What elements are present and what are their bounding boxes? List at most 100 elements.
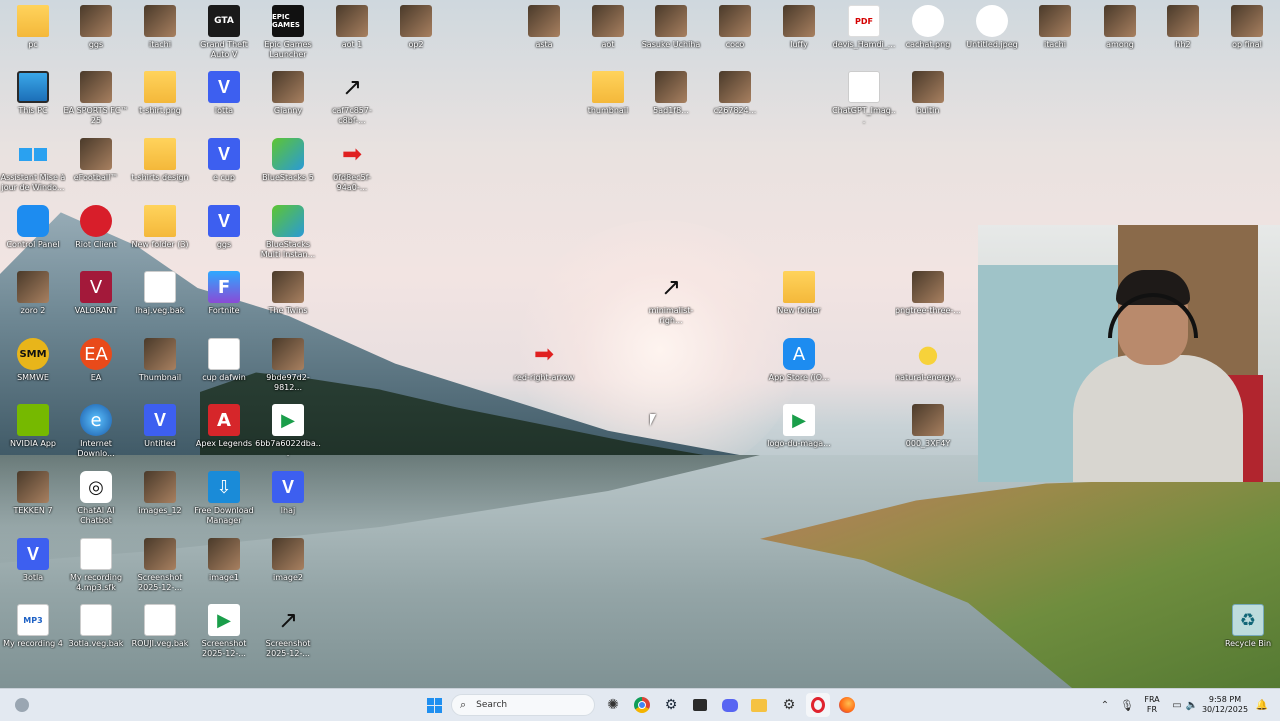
desktop-icon[interactable]: t-shirt.png — [127, 71, 193, 116]
start-icon[interactable] — [422, 693, 446, 717]
taskbar-search[interactable]: ⌕ — [451, 694, 595, 716]
desktop-icon[interactable]: 9bde97d2-9812... — [255, 338, 321, 393]
desktop-icon[interactable]: lhaj.veg.bak — [127, 271, 193, 316]
steam-icon[interactable]: ⚙ — [659, 693, 683, 717]
desktop-icon[interactable]: image2 — [255, 538, 321, 583]
desktop-icon[interactable]: V VALORANT — [63, 271, 129, 316]
desktop-icon[interactable]: t-shirts design — [127, 138, 193, 183]
widgets-icon[interactable] — [10, 693, 34, 717]
desktop-icon[interactable]: cup dafwin — [191, 338, 257, 383]
desktop-icon[interactable]: ChatGPT_Imag... — [831, 71, 897, 126]
desktop-icon[interactable]: ♻ Recycle Bin — [1215, 604, 1280, 649]
desktop-icon[interactable]: Thumbnail — [127, 338, 193, 383]
file-explorer-icon[interactable] — [747, 693, 771, 717]
desktop-icon[interactable]: V Untitled — [127, 404, 193, 449]
desktop-icon[interactable]: 3otla.veg.bak — [63, 604, 129, 649]
desktop-icon[interactable]: A Apex Legends — [191, 404, 257, 449]
internet-download-icon: e — [80, 404, 112, 436]
desktop-icon[interactable]: image1 — [191, 538, 257, 583]
desktop-icon[interactable]: hh2 — [1150, 5, 1216, 50]
desktop-icon[interactable]: Sasuke Uchiha — [638, 5, 704, 50]
desktop-icon[interactable]: asta — [511, 5, 577, 50]
desktop-icon[interactable]: ▶ logo-du-maga... — [766, 404, 832, 449]
desktop-icon[interactable]: luffy — [766, 5, 832, 50]
desktop-icon[interactable]: 000_3XF4Y — [895, 404, 961, 449]
desktop-icon[interactable]: My recording 4.mp3.sfk — [63, 538, 129, 593]
desktop-icon[interactable]: Ve cup — [191, 138, 257, 183]
desktop-icon[interactable]: e Internet Downlo... — [63, 404, 129, 459]
desktop-icon[interactable]: pngtree-three-... — [895, 271, 961, 316]
opera-gx-icon[interactable] — [806, 693, 830, 717]
desktop-icon[interactable]: bultin — [895, 71, 961, 116]
desktop-icon[interactable]: V 3otla — [0, 538, 66, 583]
desktop-icon[interactable]: PDF devis_Hamdi_... — [831, 5, 897, 50]
desktop-icon[interactable]: ➡ red-right-arrow — [511, 338, 577, 383]
desktop-icon[interactable]: Gianny — [255, 71, 321, 116]
desktop-icon[interactable]: ggs — [63, 5, 129, 50]
desktop-icon[interactable]: F Fortnite — [191, 271, 257, 316]
desktop-icon[interactable]: TEKKEN 7 — [0, 471, 66, 516]
desktop-icon[interactable]: Riot Client — [63, 205, 129, 250]
desktop-icon[interactable]: ◎ ChatAI AI Chatbot — [63, 471, 129, 526]
search-input[interactable] — [474, 699, 589, 711]
chrome-icon[interactable] — [630, 693, 654, 717]
desktop-icon[interactable]: 5ad1f8... — [638, 71, 704, 116]
notification-bell-icon[interactable]: 🔔 — [1254, 693, 1270, 717]
tray-overflow-chevron-icon[interactable]: ⌃ — [1096, 693, 1114, 717]
desktop-icon[interactable]: Vlhaj — [255, 471, 321, 516]
desktop-icon[interactable]: EA EA — [63, 338, 129, 383]
discord-icon[interactable] — [718, 693, 742, 717]
desktop-icon[interactable]: eFootball™ — [63, 138, 129, 183]
desktop-icon[interactable]: coco — [702, 5, 768, 50]
desktop-icon[interactable]: BlueStacks 5 — [255, 138, 321, 183]
desktop-icon[interactable]: This PC — [0, 71, 66, 116]
desktop-icon[interactable]: Screenshot 2025-12-... — [127, 538, 193, 593]
desktop-icon[interactable]: ROUJI.veg.bak — [127, 604, 193, 649]
desktop-icon[interactable]: ▶ Screenshot 2025-12-... — [191, 604, 257, 659]
input-language-indicator[interactable]: FRA FR — [1140, 693, 1164, 717]
desktop-icon[interactable]: New folder — [766, 271, 832, 316]
desktop-icon[interactable]: thumbnail — [575, 71, 641, 116]
chatgpt-icon[interactable]: ✺ — [601, 693, 625, 717]
desktop-icon[interactable]: Vggs — [191, 205, 257, 250]
desktop-icon[interactable]: aot — [575, 5, 641, 50]
desktop-icon[interactable]: Assistant Mise à jour de Windo... — [0, 138, 66, 193]
desktop-icon[interactable]: ➡ 0fd8ec5f-94a0-... — [319, 138, 385, 193]
desktop-icon[interactable]: ⇩ Free Download Manager — [191, 471, 257, 526]
desktop-icon[interactable]: ↗ minimalist-righ... — [638, 271, 704, 326]
desktop-icon[interactable]: ● natural-energy... — [895, 338, 961, 383]
desktop-icon[interactable]: cachat.png — [895, 5, 961, 50]
clock[interactable]: 9:58 PM 30/12/2025 — [1202, 693, 1248, 717]
desktop-icon[interactable]: op final — [1214, 5, 1280, 50]
settings-icon[interactable]: ⚙ — [777, 693, 801, 717]
desktop-icon[interactable]: zoro 2 — [0, 271, 66, 316]
desktop-icon[interactable]: SMM SMMWE — [0, 338, 66, 383]
desktop-icon[interactable]: among — [1087, 5, 1153, 50]
capture-icon[interactable] — [688, 693, 712, 717]
desktop-icon[interactable]: New folder (3) — [127, 205, 193, 250]
desktop-icon[interactable]: ↗ caf7c857-c8bf-... — [319, 71, 385, 126]
desktop-icon[interactable]: BlueStacks Multi Instan... — [255, 205, 321, 260]
volume-icon[interactable]: 🔈 — [1184, 693, 1200, 717]
desktop-icon[interactable]: Untitled.jpeg — [959, 5, 1025, 50]
microphone-icon[interactable]: 🎙 — [1118, 693, 1136, 717]
desktop-icon[interactable]: aot 1 — [319, 5, 385, 50]
desktop-icon[interactable]: ▶ 6bb7a6022dba... — [255, 404, 321, 459]
desktop-icon[interactable]: images_12 — [127, 471, 193, 516]
desktop-icon[interactable]: EA SPORTS FC™ 25 — [63, 71, 129, 126]
desktop-icon[interactable]: Control Panel — [0, 205, 66, 250]
desktop-icon[interactable]: GTA Grand Theft Auto V — [191, 5, 257, 60]
desktop-icon[interactable]: The Twins — [255, 271, 321, 316]
desktop-icon[interactable]: A App Store (iO... — [766, 338, 832, 383]
desktop-icon[interactable]: ↗ Screenshot 2025-12-... — [255, 604, 321, 659]
desktop-icon[interactable]: Vlotta — [191, 71, 257, 116]
firefox-icon[interactable] — [835, 693, 859, 717]
desktop-icon[interactable]: op2 — [383, 5, 449, 50]
desktop-icon[interactable]: itachi — [1022, 5, 1088, 50]
desktop-icon[interactable]: MP3 My recording 4 — [0, 604, 66, 649]
desktop-icon[interactable]: c267824... — [702, 71, 768, 116]
desktop-icon[interactable]: itachi — [127, 5, 193, 50]
desktop-icon[interactable]: EPIC GAMES Epic Games Launcher — [255, 5, 321, 60]
desktop-icon[interactable]: NVIDIA App — [0, 404, 66, 449]
desktop-icon[interactable]: pc — [0, 5, 66, 50]
